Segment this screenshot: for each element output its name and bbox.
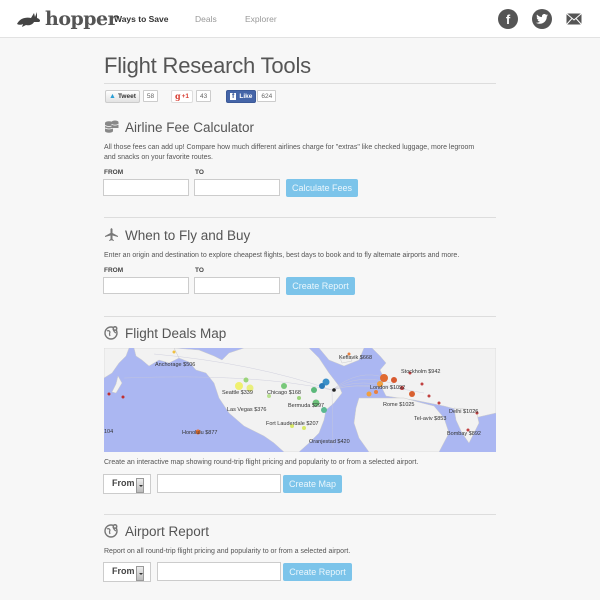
create-map-button[interactable]: Create Map <box>283 475 342 493</box>
land-japan <box>111 375 123 394</box>
map-label: Las Vegas $376 <box>227 407 267 413</box>
map-label: Bombay $892 <box>447 431 481 437</box>
map-label: Anchorage $506 <box>155 362 196 368</box>
select-value: From <box>112 566 135 576</box>
flight-deals-map[interactable]: Anchorage $506 Keflavik $668 Stockholm $… <box>104 348 496 452</box>
gplus-label: +1 <box>181 92 190 100</box>
top-navigation-bar: hopper Ways to Save Deals Explorer f <box>0 0 600 38</box>
select-arrow-icon[interactable] <box>136 478 144 493</box>
map-label: Chicago $168 <box>267 390 301 396</box>
facebook-glyph: f <box>505 11 511 27</box>
section-title-airport-report: Airport Report <box>125 524 210 539</box>
gplus-count: 43 <box>196 90 212 102</box>
tweet-label: Tweet <box>117 92 136 100</box>
facebook-small-icon: f <box>230 92 237 100</box>
twitter-small-icon: ▲ <box>109 92 116 100</box>
like-count: 624 <box>257 90 277 102</box>
section-title-fee-calculator: Airline Fee Calculator <box>125 120 255 135</box>
coins-icon <box>104 120 119 133</box>
section-title-when-to-fly: When to Fly and Buy <box>125 228 251 243</box>
map-label: Delhi $1026 <box>449 409 479 415</box>
map-label: Oranjestad $420 <box>309 439 350 445</box>
from-label: FROM <box>104 169 124 176</box>
tweet-button[interactable]: ▲ Tweet <box>105 89 140 103</box>
facebook-like-share[interactable]: f Like 624 <box>226 89 277 103</box>
land-asia-east <box>104 348 130 379</box>
rabbit-logo-icon <box>17 12 41 27</box>
nav-deals[interactable]: Deals <box>195 14 217 24</box>
select-value: From <box>112 478 135 488</box>
to-label: TO <box>195 267 204 274</box>
logo-text: hopper <box>45 8 118 30</box>
map-label: Rome $1025 <box>383 402 415 408</box>
tweet-count: 58 <box>142 90 159 102</box>
create-report-button[interactable]: Create Report <box>286 277 355 295</box>
gplus-button[interactable]: g +1 <box>171 89 194 103</box>
map-label: Keflavik $668 <box>339 355 373 361</box>
map-airport-input[interactable] <box>157 474 281 493</box>
divider <box>104 514 496 515</box>
map-label: Bermuda $297 <box>288 403 325 409</box>
divider <box>104 217 496 218</box>
nav-ways-to-save[interactable]: Ways to Save <box>114 14 169 24</box>
map-label: Fort Lauderdale $207 <box>266 421 319 427</box>
globe-pin-icon <box>104 524 118 538</box>
fly-to-input[interactable] <box>194 277 280 294</box>
map-label: 104 <box>104 429 114 435</box>
calculate-fees-button[interactable]: Calculate Fees <box>286 179 358 197</box>
divider <box>104 316 496 317</box>
section-description: Report on all round-trip flight pricing … <box>104 548 351 555</box>
map-label: Honolulu $877 <box>182 430 218 436</box>
map-label: Stockholm $942 <box>401 369 441 375</box>
fly-from-input[interactable] <box>103 277 189 294</box>
map-label: Seattle $339 <box>222 390 253 396</box>
section-title-deals-map: Flight Deals Map <box>125 326 227 341</box>
section-description: Enter an origin and destination to explo… <box>104 252 460 259</box>
gplus-share[interactable]: g +1 43 <box>171 89 212 103</box>
tweet-share[interactable]: ▲ Tweet 58 <box>105 89 159 103</box>
create-airport-report-button[interactable]: Create Report <box>283 563 352 581</box>
like-label: Like <box>239 92 253 100</box>
facebook-icon[interactable]: f <box>498 9 518 29</box>
nav-explorer[interactable]: Explorer <box>245 14 277 24</box>
page-title: Flight Research Tools <box>104 53 311 78</box>
hopper-logo[interactable]: hopper <box>16 8 118 30</box>
globe-pin-icon <box>104 326 118 340</box>
from-label: FROM <box>104 267 124 274</box>
report-airport-input[interactable] <box>157 562 281 581</box>
section-description: All those fees can add up! Compare how m… <box>104 144 475 161</box>
map-label: London $1092 <box>370 385 406 391</box>
fee-to-input[interactable] <box>194 179 280 196</box>
twitter-icon[interactable] <box>532 9 552 29</box>
to-label: TO <box>195 169 204 176</box>
like-button[interactable]: f Like <box>226 89 257 103</box>
section-description: Create an interactive map showing round-… <box>104 459 419 466</box>
select-arrow-icon[interactable] <box>136 566 144 581</box>
gplus-icon: g <box>175 91 181 101</box>
report-direction-select[interactable]: From <box>103 562 151 582</box>
fee-from-input[interactable] <box>103 179 189 196</box>
map-label: Tel-aviv $853 <box>414 416 447 422</box>
divider <box>104 83 496 84</box>
map-direction-select[interactable]: From <box>103 474 151 494</box>
email-icon[interactable] <box>566 13 582 25</box>
twitter-bird-glyph <box>536 14 548 24</box>
airplane-icon <box>105 228 118 241</box>
